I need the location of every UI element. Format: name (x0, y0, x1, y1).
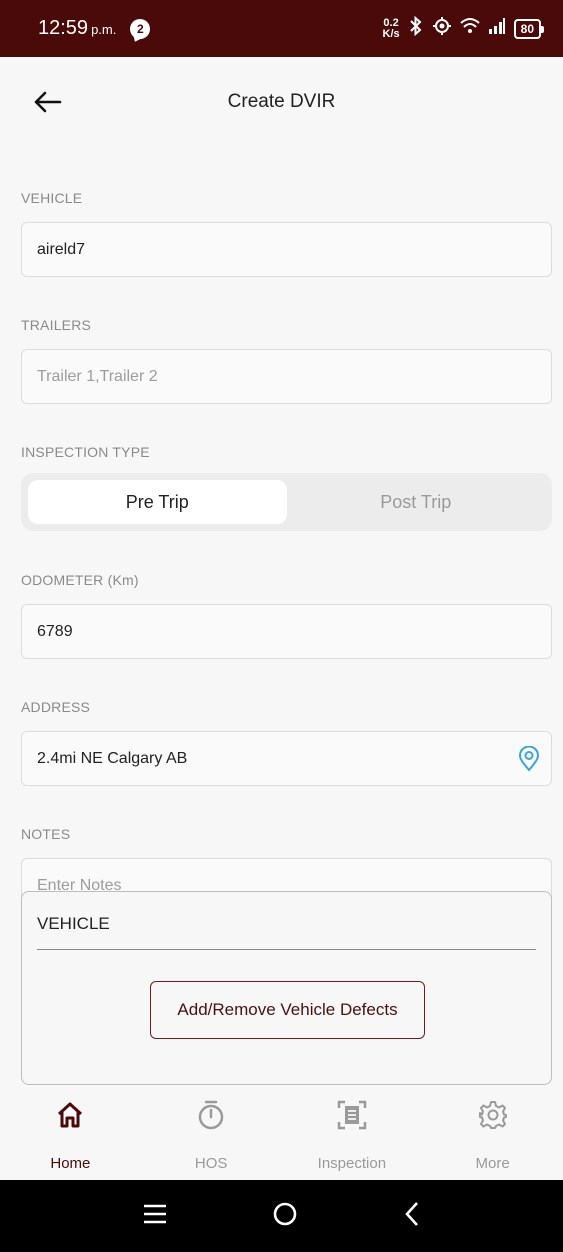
battery-icon: 80 (513, 18, 545, 39)
add-remove-vehicle-defects-button[interactable]: Add/Remove Vehicle Defects (150, 981, 425, 1039)
nav-more[interactable]: More (422, 1085, 563, 1180)
inspection-type-group: INSPECTION TYPE Pre Trip Post Trip (21, 444, 552, 531)
location-pin-icon[interactable] (517, 745, 541, 772)
nav-inspection[interactable]: Inspection (282, 1085, 423, 1180)
status-icons: 0.2 K/s 80 (382, 15, 545, 41)
trailers-input[interactable]: Trailer 1,Trailer 2 (21, 349, 552, 404)
notes-label: NOTES (21, 826, 71, 842)
odometer-group: ODOMETER (Km) 6789 (21, 572, 552, 659)
app-header: Create DVIR (0, 57, 563, 147)
page-title: Create DVIR (227, 91, 336, 112)
signal-icon (488, 17, 506, 40)
vehicle-label: VEHICLE (21, 190, 83, 206)
nav-more-label: More (475, 1155, 510, 1172)
vehicle-input[interactable]: aireld7 (21, 222, 552, 277)
status-time: 12:59 p.m. (38, 17, 117, 39)
post-trip-option[interactable]: Post Trip (287, 480, 546, 524)
stopwatch-icon (195, 1099, 227, 1131)
home-icon (54, 1099, 86, 1131)
odometer-value: 6789 (37, 622, 73, 640)
menu-icon[interactable] (142, 1203, 168, 1230)
address-value: 2.4mi NE Calgary AB (37, 749, 188, 767)
status-bar: 12:59 p.m. 2 0.2 K/s 80 (0, 0, 563, 57)
address-group: ADDRESS 2.4mi NE Calgary AB (21, 699, 552, 786)
back-button[interactable] (30, 85, 64, 119)
nav-inspection-label: Inspection (317, 1155, 387, 1172)
back-arrow-icon (34, 91, 62, 113)
nav-hos-label: HOS (194, 1155, 228, 1172)
home-circle-icon[interactable] (272, 1201, 298, 1232)
nav-home-label: Home (50, 1155, 91, 1172)
vehicle-card-title: VEHICLE (37, 914, 110, 933)
net-speed: 0.2 K/s (382, 16, 400, 40)
wifi-icon (459, 17, 480, 40)
chat-notification-icon: 2 (130, 18, 151, 39)
bottom-nav: Home HOS Inspection More (0, 1085, 563, 1180)
vehicle-value: aireld7 (37, 240, 86, 258)
trailers-group: TRAILERS Trailer 1,Trailer 2 (21, 317, 552, 404)
inspection-type-toggle: Pre Trip Post Trip (21, 473, 552, 531)
trailers-label: TRAILERS (21, 317, 92, 333)
vehicle-defects-card: VEHICLE Add/Remove Vehicle Defects (21, 891, 552, 1085)
gear-icon (477, 1099, 509, 1131)
card-divider (37, 949, 536, 950)
nav-home[interactable]: Home (0, 1085, 141, 1180)
pre-trip-option[interactable]: Pre Trip (28, 480, 287, 524)
system-nav-bar (0, 1180, 563, 1252)
odometer-label: ODOMETER (Km) (21, 572, 139, 588)
dvir-form: VEHICLE aireld7 TRAILERS Trailer 1,Trail… (21, 190, 552, 953)
vehicle-group: VEHICLE aireld7 (21, 190, 552, 277)
inspection-type-label: INSPECTION TYPE (21, 444, 150, 460)
address-input[interactable]: 2.4mi NE Calgary AB (21, 731, 552, 786)
back-chevron-icon[interactable] (403, 1201, 421, 1232)
bluetooth-icon (408, 15, 424, 41)
trailers-placeholder: Trailer 1,Trailer 2 (37, 367, 158, 385)
odometer-input[interactable]: 6789 (21, 604, 552, 659)
nav-hos[interactable]: HOS (141, 1085, 282, 1180)
inspection-scan-icon (336, 1099, 368, 1131)
address-label: ADDRESS (21, 699, 91, 715)
location-target-icon (432, 16, 452, 41)
